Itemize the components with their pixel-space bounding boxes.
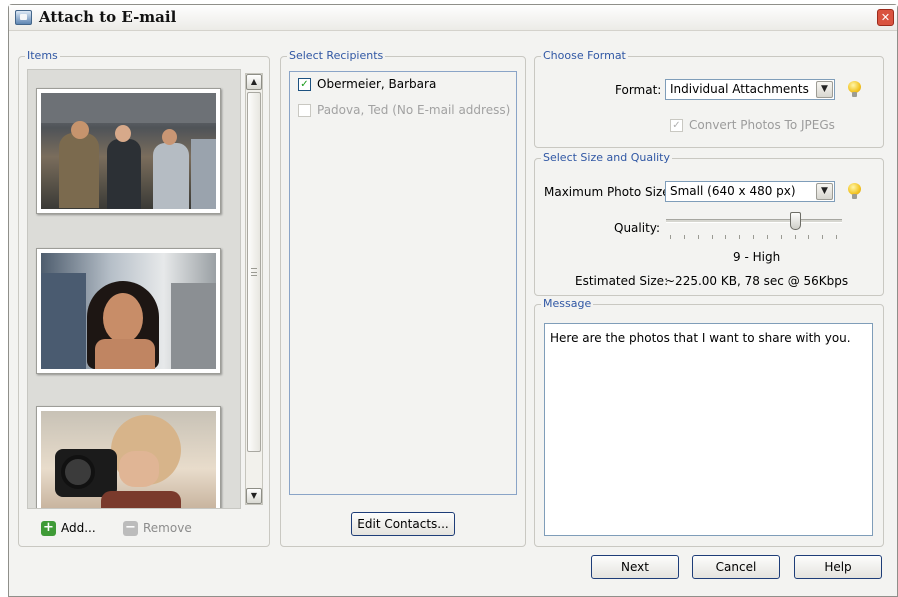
format-group: Choose Format	[534, 49, 884, 148]
recipients-group: Select Recipients ✓ Obermeier, Barbara P…	[280, 49, 526, 547]
max-size-select[interactable]: Small (640 x 480 px) ▼	[665, 181, 835, 202]
slider-tick	[753, 235, 754, 239]
recipient-name: Padova, Ted (No E-mail address)	[317, 103, 511, 117]
items-group: Items ▲ ▼ + Add... − Remove	[18, 49, 270, 547]
recipient-checkbox	[298, 103, 311, 117]
remove-button[interactable]: − Remove	[123, 519, 192, 537]
scroll-down-icon[interactable]: ▼	[246, 488, 262, 504]
photo-image	[41, 93, 216, 209]
scrollbar-thumb[interactable]	[247, 92, 261, 452]
add-icon: +	[41, 520, 56, 536]
slider-tick	[711, 235, 713, 239]
recipients-group-label: Select Recipients	[287, 49, 386, 63]
format-group-label: Choose Format	[541, 49, 628, 63]
photo-image	[41, 411, 216, 508]
recipient-checkbox[interactable]: ✓	[298, 77, 311, 91]
cancel-button[interactable]: Cancel	[692, 555, 780, 579]
slider-tick	[766, 235, 768, 239]
title-bar: Attach to E-mail ✕	[9, 5, 897, 31]
format-select[interactable]: Individual Attachments ▼	[665, 79, 835, 100]
grip-icon	[251, 268, 257, 276]
photo-thumbnail[interactable]	[36, 88, 221, 214]
size-quality-group-label: Select Size and Quality	[541, 151, 673, 165]
items-group-label: Items	[25, 49, 60, 63]
help-button[interactable]: Help	[794, 555, 882, 579]
slider-tick	[794, 235, 796, 239]
recipient-item: Padova, Ted (No E-mail address)	[298, 103, 510, 117]
slider-tick	[780, 235, 782, 239]
chevron-down-icon[interactable]: ▼	[816, 81, 833, 98]
add-button[interactable]: + Add...	[41, 519, 96, 537]
recipient-item[interactable]: ✓ Obermeier, Barbara	[298, 77, 436, 91]
slider-tick	[836, 235, 837, 239]
photo-image	[41, 253, 216, 369]
estimated-size-value: ~225.00 KB, 78 sec @ 56Kbps	[665, 274, 849, 288]
next-button[interactable]: Next	[591, 555, 679, 579]
quality-label: Quality:	[614, 221, 661, 235]
quality-slider-track[interactable]	[666, 219, 842, 223]
slider-tick	[670, 235, 671, 239]
quality-value: 9 - High	[733, 250, 781, 264]
window-title: Attach to E-mail	[39, 8, 177, 26]
convert-jpeg-checkbox: ✓	[670, 118, 683, 132]
remove-icon: −	[123, 520, 138, 536]
items-scrollbar[interactable]: ▲ ▼	[245, 73, 263, 505]
add-label: Add...	[61, 521, 96, 535]
max-size-label: Maximum Photo Size:	[544, 185, 674, 199]
message-group-label: Message	[541, 297, 594, 311]
recipient-name: Obermeier, Barbara	[317, 77, 437, 91]
lightbulb-tip-icon[interactable]	[848, 183, 861, 200]
message-textarea[interactable]: Here are the photos that I want to share…	[544, 323, 873, 536]
format-label: Format:	[615, 83, 662, 97]
lightbulb-tip-icon[interactable]	[848, 81, 861, 98]
max-size-value: Small (640 x 480 px)	[670, 184, 796, 198]
scroll-up-icon[interactable]: ▲	[246, 74, 262, 90]
recipients-list[interactable]: ✓ Obermeier, Barbara Padova, Ted (No E-m…	[289, 71, 517, 495]
slider-tick	[725, 235, 727, 239]
close-icon[interactable]: ✕	[877, 9, 894, 26]
app-icon	[15, 10, 32, 25]
convert-jpeg-label: Convert Photos To JPEGs	[689, 118, 835, 132]
slider-tick	[822, 235, 824, 239]
photo-thumbnail[interactable]	[36, 248, 221, 374]
thumbnail-list[interactable]	[27, 69, 241, 509]
chevron-down-icon[interactable]: ▼	[816, 183, 833, 200]
convert-jpeg-option: ✓ Convert Photos To JPEGs	[670, 118, 835, 132]
format-value: Individual Attachments	[670, 82, 809, 96]
remove-label: Remove	[143, 521, 192, 535]
slider-tick	[683, 235, 685, 239]
photo-thumbnail[interactable]	[36, 406, 221, 508]
edit-contacts-button[interactable]: Edit Contacts...	[351, 512, 455, 536]
slider-tick	[739, 235, 741, 239]
slider-tick	[808, 235, 810, 239]
quality-slider-thumb[interactable]	[789, 212, 801, 230]
estimated-size-label: Estimated Size:	[575, 274, 669, 288]
slider-tick	[697, 235, 699, 239]
